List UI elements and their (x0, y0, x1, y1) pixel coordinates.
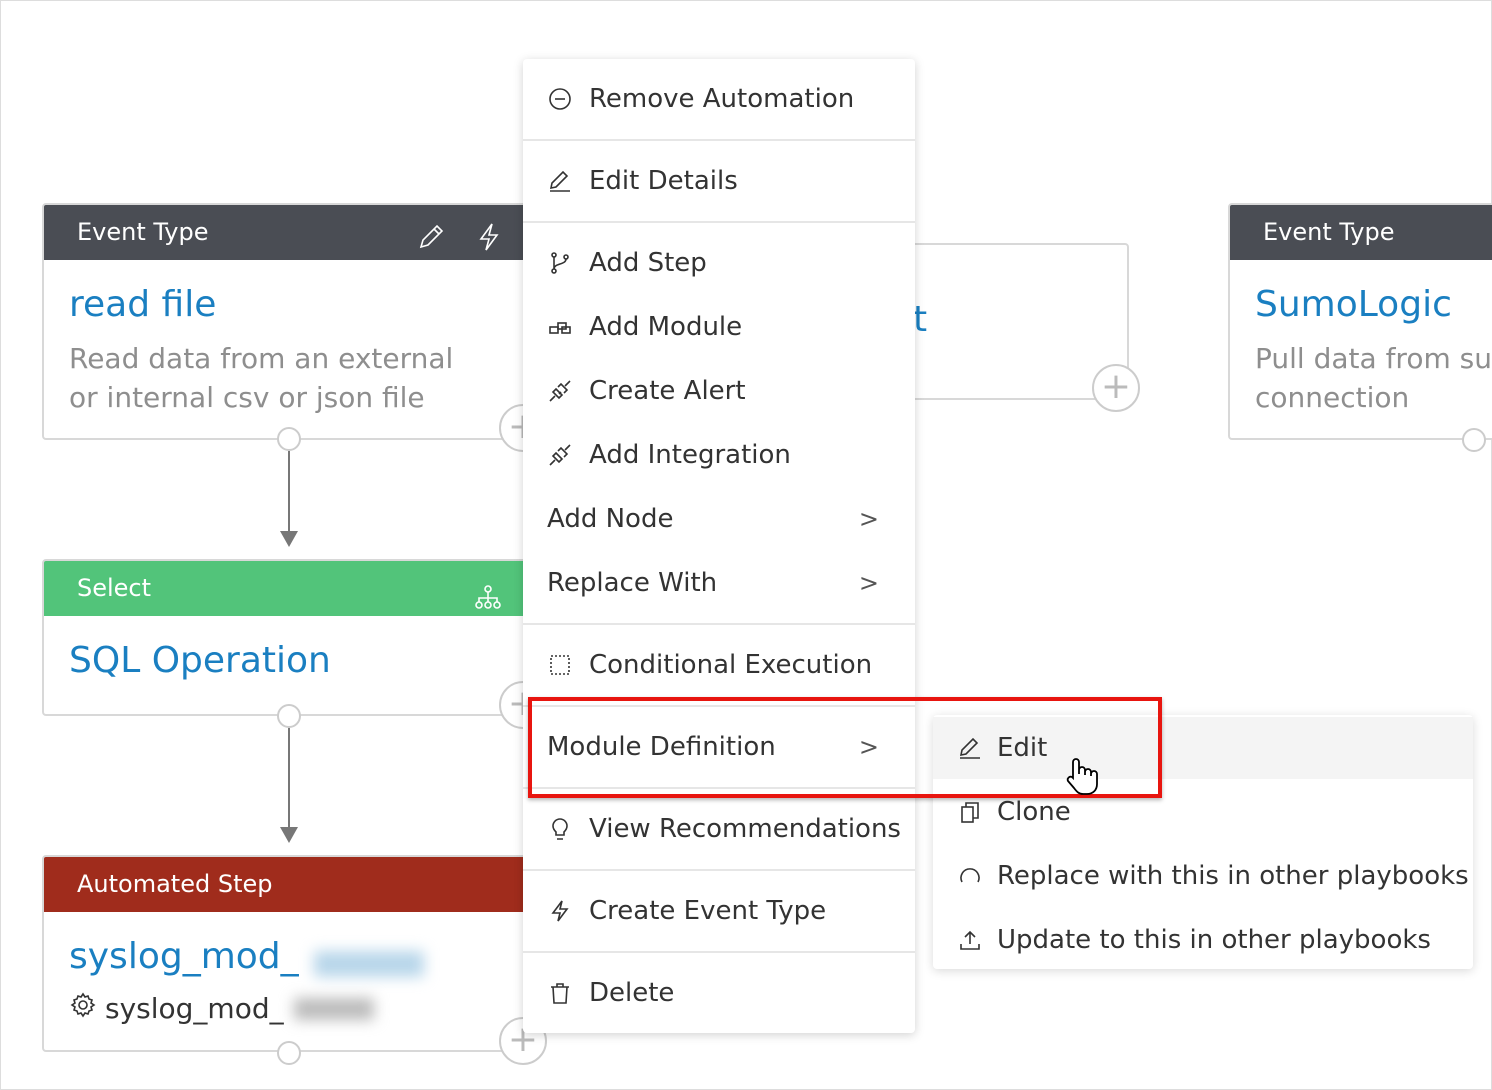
submenu-item-label: Update to this in other playbooks (997, 925, 1431, 955)
hand-cursor-icon (1063, 756, 1099, 800)
connector-line (288, 451, 290, 533)
redacted-text (293, 997, 374, 1020)
connector-port[interactable] (1462, 428, 1486, 452)
menu-item-label: Remove Automation (589, 84, 855, 114)
upload-icon (957, 927, 983, 953)
submenu-item-replace[interactable]: Replace with this in other playbooks (933, 845, 1473, 907)
menu-item-delete[interactable]: Delete (523, 963, 915, 1023)
gear-icon (69, 991, 97, 1026)
node-sql-operation[interactable]: Select SQL Operation (42, 559, 542, 716)
node-type-label: Event Type (77, 218, 209, 246)
menu-item-conditional-execution[interactable]: Conditional Execution (523, 635, 915, 695)
menu-item-add-module[interactable]: Add Module (523, 297, 915, 357)
menu-item-replace-with[interactable]: Replace With > (523, 553, 915, 613)
divider (523, 869, 915, 871)
minus-circle-icon (547, 86, 573, 112)
menu-item-add-step[interactable]: Add Step (523, 233, 915, 293)
add-button[interactable]: + (1092, 364, 1140, 412)
submenu-item-update[interactable]: Update to this in other playbooks (933, 909, 1473, 971)
menu-item-label: Conditional Execution (589, 650, 873, 680)
copy-icon (957, 799, 983, 825)
menu-item-add-node[interactable]: Add Node > (523, 489, 915, 549)
trash-icon (547, 980, 573, 1006)
node-read-file[interactable]: Event Type read file Read data from an e… (42, 203, 542, 440)
node-type-label: Select (77, 574, 152, 602)
node-sumologic[interactable]: Event Type SumoLogic Pull data from su c… (1228, 203, 1492, 440)
node-header: Select (44, 561, 540, 616)
plug-icon (547, 378, 573, 404)
node-type-label: Event Type (1263, 218, 1395, 246)
node-title[interactable]: syslog_mod_ (44, 936, 299, 977)
dashed-box-icon (547, 652, 573, 678)
redacted-text (313, 950, 424, 977)
chevron-right-icon: > (858, 569, 879, 597)
menu-item-view-recommendations[interactable]: View Recommendations (523, 799, 915, 859)
connector-port[interactable] (277, 1041, 301, 1065)
node-title[interactable]: SumoLogic (1230, 284, 1492, 325)
node-description: Read data from an external or internal c… (69, 342, 454, 414)
submenu-item-label: Replace with this in other playbooks (997, 861, 1469, 891)
menu-item-label: Add Step (589, 248, 707, 278)
connector-port[interactable] (277, 704, 301, 728)
menu-item-label: Delete (589, 978, 675, 1008)
node-header: Event Type (1230, 205, 1492, 260)
bolt-icon (547, 898, 573, 924)
menu-item-create-event-type[interactable]: Create Event Type (523, 881, 915, 941)
divider (523, 951, 915, 953)
arrow-icon (280, 827, 298, 843)
menu-item-label: Add Module (589, 312, 743, 342)
menu-item-add-integration[interactable]: Add Integration (523, 425, 915, 485)
node-type-label: Automated Step (77, 870, 273, 898)
divider (523, 139, 915, 141)
pencil-icon[interactable] (416, 217, 446, 272)
arrow-icon (280, 531, 298, 547)
menu-item-create-alert[interactable]: Create Alert (523, 361, 915, 421)
plug-icon (547, 442, 573, 468)
menu-item-label: Add Node (547, 504, 674, 534)
hierarchy-icon[interactable] (474, 575, 502, 630)
refresh-icon (957, 863, 983, 889)
node-title[interactable]: t (913, 299, 927, 340)
node-header: Event Type (44, 205, 540, 260)
lightbulb-icon (547, 816, 573, 842)
node-automated-step[interactable]: Automated Step syslog_mod_ syslog_mod_ (42, 855, 542, 1052)
node-title[interactable]: read file (44, 284, 540, 325)
node-description: Pull data from su connection (1255, 342, 1492, 414)
bolt-icon[interactable] (476, 217, 502, 272)
menu-item-remove-automation[interactable]: Remove Automation (523, 69, 915, 129)
branch-icon (547, 250, 573, 276)
node-header: Automated Step (44, 857, 540, 912)
connector-line (288, 728, 290, 828)
menu-item-label: View Recommendations (589, 814, 901, 844)
menu-item-label: Create Event Type (589, 896, 827, 926)
menu-item-label: Replace With (547, 568, 718, 598)
menu-item-edit-details[interactable]: Edit Details (523, 151, 915, 211)
divider (523, 623, 915, 625)
node-title[interactable]: SQL Operation (44, 640, 540, 681)
node-subtitle: syslog_mod_ (105, 992, 284, 1025)
submenu-item-label: Clone (997, 797, 1071, 827)
module-icon (547, 314, 573, 340)
context-menu: Remove Automation Edit Details Add Step … (523, 59, 915, 1033)
menu-item-label: Edit Details (589, 166, 738, 196)
menu-item-label: Add Integration (589, 440, 791, 470)
divider (523, 221, 915, 223)
chevron-right-icon: > (858, 505, 879, 533)
pencil-icon (547, 168, 573, 194)
connector-port[interactable] (277, 427, 301, 451)
menu-item-label: Create Alert (589, 376, 746, 406)
